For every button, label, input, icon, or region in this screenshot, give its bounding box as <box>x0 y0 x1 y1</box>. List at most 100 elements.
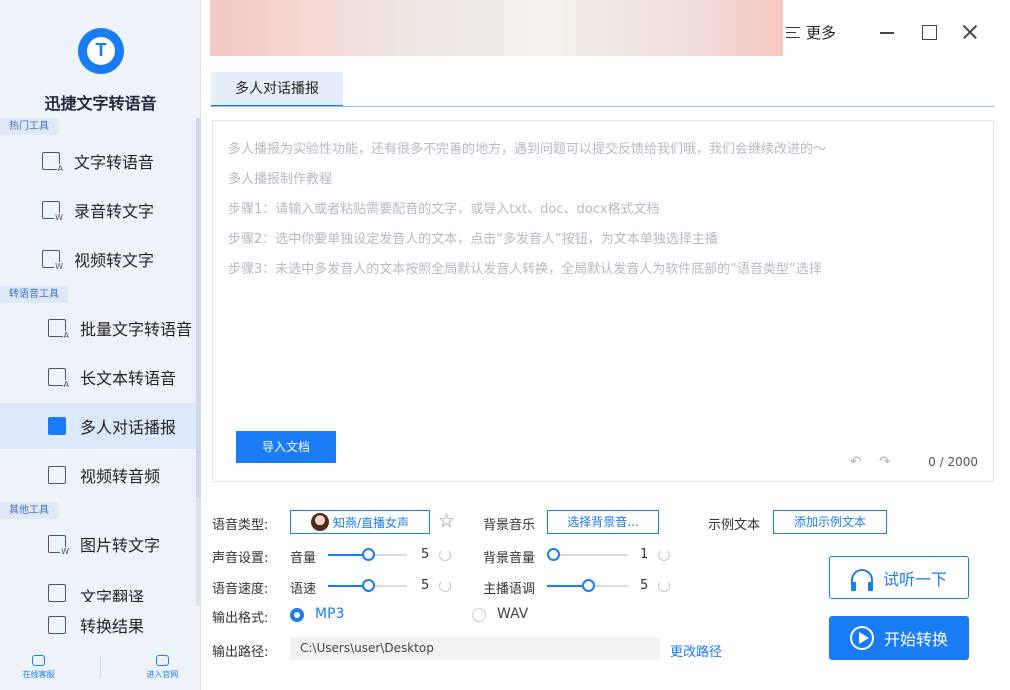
sidebar-item-label: 视频转音频 <box>80 467 161 486</box>
top-banner[interactable] <box>210 0 783 56</box>
placeholder-line: 多人播报制作教程 <box>228 172 333 187</box>
video-to-text-icon: W <box>42 250 64 271</box>
volume-slider[interactable] <box>328 548 407 562</box>
play-icon <box>849 626 874 650</box>
headphones-icon <box>850 568 873 591</box>
sidebar-item-batch-text-to-speech[interactable]: A 批量文字转语音 <box>0 305 197 351</box>
sidebar-scrollbar[interactable] <box>196 118 201 498</box>
pitch-value: 5 <box>640 578 649 593</box>
monitor-icon <box>155 654 169 666</box>
format-wav-label[interactable]: WAV <box>497 606 528 622</box>
batch-text-to-speech-icon: A <box>48 319 70 340</box>
placeholder-line: 步骤3：未选中多发音人的文本按照全局默认发音人转换，全局默认发音人为软件底部的“… <box>228 262 822 277</box>
char-count: 0 / 2000 <box>928 455 978 469</box>
import-document-button[interactable]: 导入文档 <box>236 431 336 463</box>
online-support-label: 在线客服 <box>22 669 55 679</box>
format-wav-radio[interactable] <box>472 608 486 622</box>
tab-multi-speaker[interactable]: 多人对话播报 <box>211 72 343 107</box>
sidebar-item-long-text-to-speech[interactable]: A 长文本转语音 <box>0 354 197 400</box>
sidebar-item-label: 录音转文字 <box>74 202 155 221</box>
menu-icon <box>786 26 800 39</box>
undo-icon[interactable]: ↶ <box>850 454 862 470</box>
multi-speaker-icon <box>48 417 66 435</box>
sidebar-item-label: 多人对话播报 <box>80 418 177 437</box>
star-icon[interactable]: ☆ <box>438 510 455 532</box>
sidebar-item-multi-speaker[interactable]: 多人对话播报 <box>0 403 197 449</box>
section-label-other-tools: 其他工具 <box>0 502 58 519</box>
sidebar-item-video-to-text[interactable]: W 视频转文字 <box>0 236 197 282</box>
speed-label: 语速 <box>290 582 317 597</box>
app-title: 迅捷文字转语音 <box>44 94 157 113</box>
output-path-field[interactable]: C:\Users\user\Desktop <box>290 637 660 660</box>
footer-divider <box>99 656 101 678</box>
bg-volume-reset-icon[interactable] <box>658 549 670 561</box>
voice-select-button[interactable]: 知燕/直播女声 <box>290 510 430 534</box>
output-format-label: 输出格式: <box>212 611 269 626</box>
logo-area: T 迅捷文字转语音 <box>0 0 201 118</box>
output-path-label: 输出路径: <box>212 645 269 660</box>
official-site-link[interactable]: 进入官网 <box>146 654 179 680</box>
text-translate-icon <box>48 584 66 602</box>
text-editor[interactable]: 多人播报为实验性功能，还有很多不完善的地方，遇到问题可以提交反馈给我们哦，我们会… <box>212 120 994 482</box>
video-to-audio-icon <box>48 466 66 484</box>
volume-slider-knob[interactable] <box>361 548 375 561</box>
close-button[interactable] <box>960 22 980 42</box>
minimize-button[interactable] <box>878 22 898 42</box>
volume-reset-icon[interactable] <box>439 549 451 561</box>
recording-to-text-icon: W <box>42 201 64 222</box>
bg-music-label: 背景音乐 <box>483 518 536 533</box>
sidebar-item-image-to-text[interactable]: W 图片转文字 <box>0 521 197 567</box>
redo-icon[interactable]: ↷ <box>879 454 891 470</box>
sound-settings-label: 声音设置: <box>212 551 269 566</box>
voice-avatar <box>311 513 329 531</box>
more-button[interactable]: 更多 <box>786 22 836 43</box>
bg-volume-slider[interactable] <box>547 548 628 562</box>
sidebar-footer: 在线客服 进入官网 <box>0 644 201 690</box>
start-conversion-button[interactable]: 开始转换 <box>829 616 969 660</box>
sidebar-item-label: 转换结果 <box>80 617 145 636</box>
more-label: 更多 <box>806 24 837 42</box>
volume-value: 5 <box>421 547 430 562</box>
conversion-results-icon <box>48 616 66 634</box>
sidebar-item-label: 长文本转语音 <box>80 369 177 388</box>
format-mp3-label[interactable]: MP3 <box>315 606 344 622</box>
pitch-slider[interactable] <box>547 579 628 593</box>
sidebar-item-label: 文字翻译 <box>80 588 145 604</box>
image-to-text-icon: W <box>48 535 70 556</box>
sidebar: T 迅捷文字转语音 热门工具 A 文字转语音 W 录音转文字 W 视频转文字 转… <box>0 0 201 690</box>
sidebar-item-recording-to-text[interactable]: W 录音转文字 <box>0 187 197 233</box>
sidebar-item-video-to-audio[interactable]: 视频转音频 <box>0 452 197 498</box>
sidebar-item-label: 视频转文字 <box>74 251 155 270</box>
sidebar-item-text-translate[interactable]: 文字翻译 <box>0 570 197 604</box>
speed-reset-icon[interactable] <box>439 580 451 592</box>
change-path-link[interactable]: 更改路径 <box>670 641 722 660</box>
bg-volume-value: 1 <box>640 547 649 562</box>
format-mp3-radio[interactable] <box>290 608 304 622</box>
voice-type-label: 语音类型: <box>212 518 269 533</box>
text-to-speech-icon: A <box>42 152 64 173</box>
online-support-link[interactable]: 在线客服 <box>22 654 55 680</box>
preview-label: 试听一下 <box>882 569 947 589</box>
add-sample-text-button[interactable]: 添加示例文本 <box>773 510 887 534</box>
bg-volume-slider-knob[interactable] <box>547 548 560 561</box>
pitch-label: 主播语调 <box>483 582 536 597</box>
bg-volume-label: 背景音量 <box>483 551 536 566</box>
pitch-reset-icon[interactable] <box>658 580 670 592</box>
sidebar-item-label: 文字转语音 <box>74 153 155 172</box>
preview-button[interactable]: 试听一下 <box>829 556 969 599</box>
official-site-label: 进入官网 <box>146 669 179 679</box>
pitch-slider-knob[interactable] <box>581 579 595 592</box>
placeholder-line: 多人播报为实验性功能，还有很多不完善的地方，遇到问题可以提交反馈给我们哦，我们会… <box>228 142 827 157</box>
speed-slider[interactable] <box>328 579 407 593</box>
speed-slider-knob[interactable] <box>361 579 375 592</box>
sidebar-item-label: 图片转文字 <box>80 536 161 555</box>
maximize-button[interactable] <box>919 22 939 42</box>
placeholder-line: 步骤1：请输入或者粘贴需要配音的文字，或导入txt、doc、docx格式文档 <box>228 202 660 217</box>
select-bg-music-button[interactable]: 选择背景音... <box>547 510 659 534</box>
app-logo: T <box>78 28 124 74</box>
sample-text-label: 示例文本 <box>708 518 761 533</box>
sidebar-item-text-to-speech[interactable]: A 文字转语音 <box>0 138 197 184</box>
sidebar-item-conversion-results[interactable]: 转换结果 <box>0 602 197 648</box>
volume-label: 音量 <box>290 551 317 566</box>
tab-underline <box>211 106 994 107</box>
